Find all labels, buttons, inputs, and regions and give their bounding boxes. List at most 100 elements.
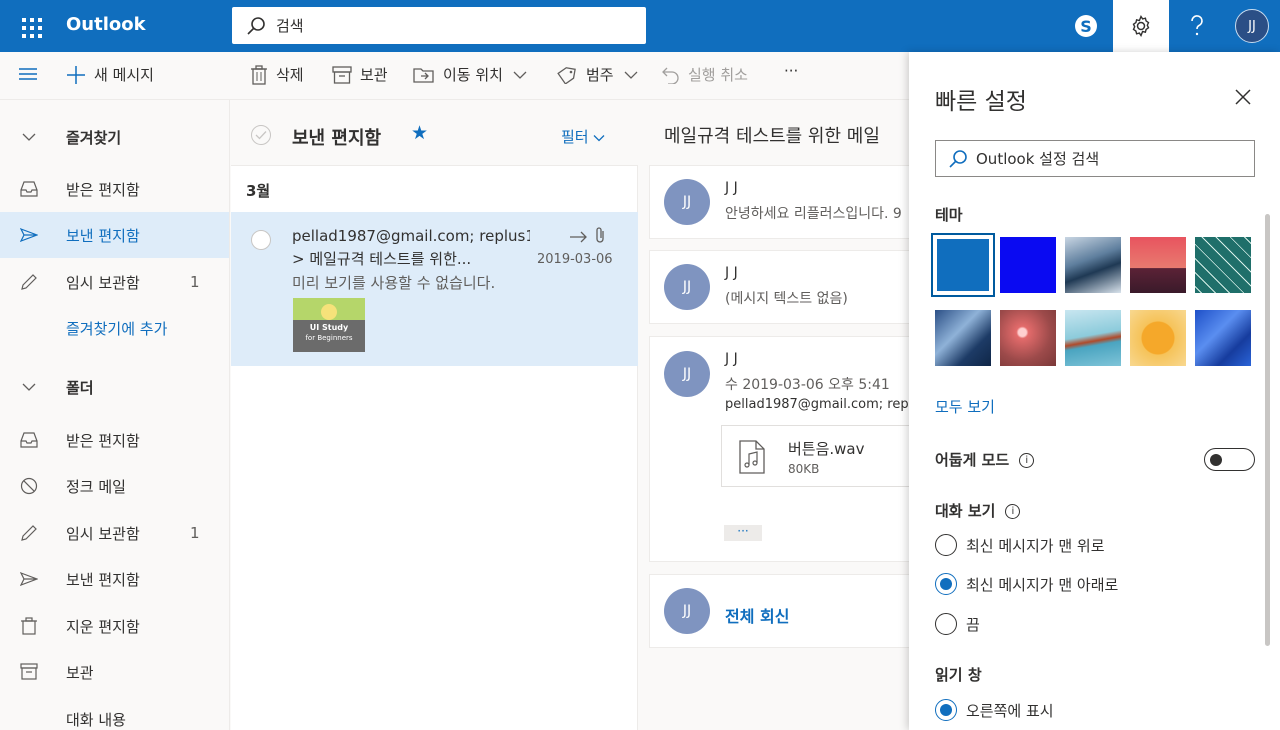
sidebar-item-deleted[interactable]: 지운 편지함: [0, 603, 229, 649]
theme-swatch-abstract[interactable]: [1195, 310, 1251, 366]
sidebar-item-inbox-fav[interactable]: 받은 편지함: [0, 166, 229, 212]
conversation-card-expanded[interactable]: JJ J J 수 2019-03-06 오후 5:41 pellad1987@g…: [649, 336, 910, 562]
reading-pane-label: 읽기 창: [935, 666, 982, 684]
quick-settings-panel: 빠른 설정 테마 모두 보기 어둡게 모드i 대화 보기i 최신 메시지가 맨 …: [909, 52, 1280, 730]
attachment-size: 80KB: [788, 462, 820, 476]
avatar: JJ: [664, 264, 710, 310]
sidebar-item-drafts[interactable]: 임시 보관함 1: [0, 510, 229, 556]
search-box[interactable]: [232, 7, 646, 44]
select-all-checkbox[interactable]: [251, 125, 271, 145]
theme-swatch-wave[interactable]: [1065, 237, 1121, 293]
chevron-down-icon: [22, 133, 36, 141]
categorize-button[interactable]: 범주: [556, 64, 638, 85]
theme-swatch-sea[interactable]: [1065, 310, 1121, 366]
reply-all-button[interactable]: 전체 회신: [725, 603, 789, 627]
toggle-knob: [1210, 454, 1222, 466]
dark-mode-toggle[interactable]: [1204, 448, 1255, 471]
attachment-card[interactable]: 버튼음.wav 80KB: [721, 425, 910, 487]
top-bar: Outlook S JJ: [0, 0, 1280, 52]
radio-newest-on-top[interactable]: 최신 메시지가 맨 위로: [935, 534, 1105, 556]
sender-name: J J: [725, 351, 738, 367]
new-message-button[interactable]: 새 메시지: [66, 64, 154, 85]
radio-show-on-right[interactable]: 오른쪽에 표시: [935, 699, 1054, 721]
trash-icon: [21, 617, 37, 635]
account-button[interactable]: JJ: [1224, 0, 1280, 52]
audio-file-icon: [739, 440, 765, 474]
avatar: JJ: [664, 351, 710, 397]
dark-mode-label: 어둡게 모드 i: [935, 449, 1035, 470]
sidebar-item-inbox[interactable]: 받은 편지함: [0, 417, 229, 463]
info-icon[interactable]: i: [1019, 453, 1035, 468]
app-launcher-icon[interactable]: [14, 10, 46, 42]
pencil-icon: [21, 525, 37, 541]
chevron-down-icon: [513, 71, 527, 79]
settings-button[interactable]: [1113, 0, 1169, 52]
theme-swatch-palms[interactable]: [1130, 237, 1186, 293]
sidebar-item-conversation-history[interactable]: 대화 내용: [0, 696, 229, 730]
panel-title: 빠른 설정: [935, 89, 1027, 115]
folders-header[interactable]: 폴더: [0, 364, 229, 410]
theme-swatch-aviation[interactable]: [935, 310, 991, 366]
search-icon: [949, 149, 967, 168]
sidebar-item-sent[interactable]: 보낸 편지함: [0, 556, 229, 602]
favorite-star-icon[interactable]: ★: [411, 122, 428, 144]
check-icon: [255, 131, 267, 140]
inbox-icon: [20, 432, 38, 448]
plus-icon: [67, 65, 85, 84]
move-to-button[interactable]: 이동 위치: [413, 64, 527, 85]
message-select-checkbox[interactable]: [251, 230, 271, 250]
list-item[interactable]: pellad1987@gmail.com; replus1541@naver.c…: [231, 212, 638, 366]
more-commands-button[interactable]: ···: [784, 62, 798, 80]
radio-button[interactable]: [935, 613, 957, 635]
reading-pane: 메일규격 테스트를 위한 메일 JJ J J 안녕하세요 리플러스입니다. 9 …: [639, 100, 910, 730]
send-icon: [20, 571, 38, 587]
see-all-themes-link[interactable]: 모두 보기: [935, 396, 995, 417]
app-name[interactable]: Outlook: [66, 14, 146, 35]
message-list-header: 보낸 편지함 ★ 필터: [231, 100, 638, 166]
theme-swatch-circuit[interactable]: [1195, 237, 1251, 293]
add-favorite-link[interactable]: 즐겨찾기에 추가: [0, 305, 229, 351]
theme-swatch-lights[interactable]: [1000, 310, 1056, 366]
theme-swatch-star[interactable]: [1130, 310, 1186, 366]
skype-button[interactable]: S: [1058, 0, 1114, 52]
reply-all-card[interactable]: JJ 전체 회신: [649, 574, 910, 648]
settings-search-input[interactable]: [976, 149, 1246, 168]
sidebar-item-archive[interactable]: 보관: [0, 649, 229, 695]
sender-name: J J: [725, 265, 738, 281]
close-button[interactable]: [1231, 85, 1255, 109]
archive-button[interactable]: 보관: [332, 64, 388, 85]
conversation-view-label: 대화 보기 i: [935, 500, 1021, 521]
archive-icon: [20, 663, 38, 680]
panel-scrollbar[interactable]: [1265, 214, 1270, 646]
favorites-header[interactable]: 즐겨찾기: [0, 114, 229, 160]
archive-icon: [332, 65, 352, 84]
theme-swatch-blue[interactable]: [931, 233, 995, 297]
settings-search-box[interactable]: [935, 140, 1255, 177]
filter-button[interactable]: 필터: [561, 126, 605, 147]
sidebar-item-sent-fav[interactable]: 보낸 편지함: [0, 212, 229, 258]
command-bar: 새 메시지 삭제 보관 이동 위치 범주 실행 취소 ···: [0, 52, 910, 100]
conversation-card[interactable]: JJ J J 안녕하세요 리플러스입니다. 9: [649, 165, 910, 239]
avatar: JJ: [664, 588, 710, 634]
sender-name: J J: [725, 180, 738, 196]
help-button[interactable]: [1169, 0, 1225, 52]
show-more-button[interactable]: ···: [724, 525, 762, 541]
message-subject: > 메일규격 테스트를 위한...: [292, 250, 472, 268]
radio-button-selected[interactable]: [935, 573, 957, 595]
radio-off[interactable]: 끔: [935, 613, 980, 635]
theme-swatch-dark-blue[interactable]: [1000, 237, 1056, 293]
radio-newest-on-bottom[interactable]: 최신 메시지가 맨 아래로: [935, 573, 1118, 595]
paperclip-icon: [596, 227, 604, 243]
undo-button[interactable]: 실행 취소: [662, 64, 748, 85]
search-input[interactable]: [276, 16, 616, 35]
radio-button[interactable]: [935, 534, 957, 556]
nav-toggle-button[interactable]: [18, 66, 38, 82]
radio-button-selected[interactable]: [935, 699, 957, 721]
conversation-card[interactable]: JJ J J (메시지 텍스트 없음): [649, 250, 910, 324]
attachment-thumbnail[interactable]: UI Study for Beginners: [293, 298, 365, 352]
info-icon[interactable]: i: [1005, 504, 1021, 519]
sidebar-item-drafts-fav[interactable]: 임시 보관함 1: [0, 259, 229, 305]
sidebar-item-junk[interactable]: 정크 메일: [0, 463, 229, 509]
delete-button[interactable]: 삭제: [250, 64, 304, 85]
message-recipients: pellad1987@gmail.com; replus: [725, 397, 910, 412]
